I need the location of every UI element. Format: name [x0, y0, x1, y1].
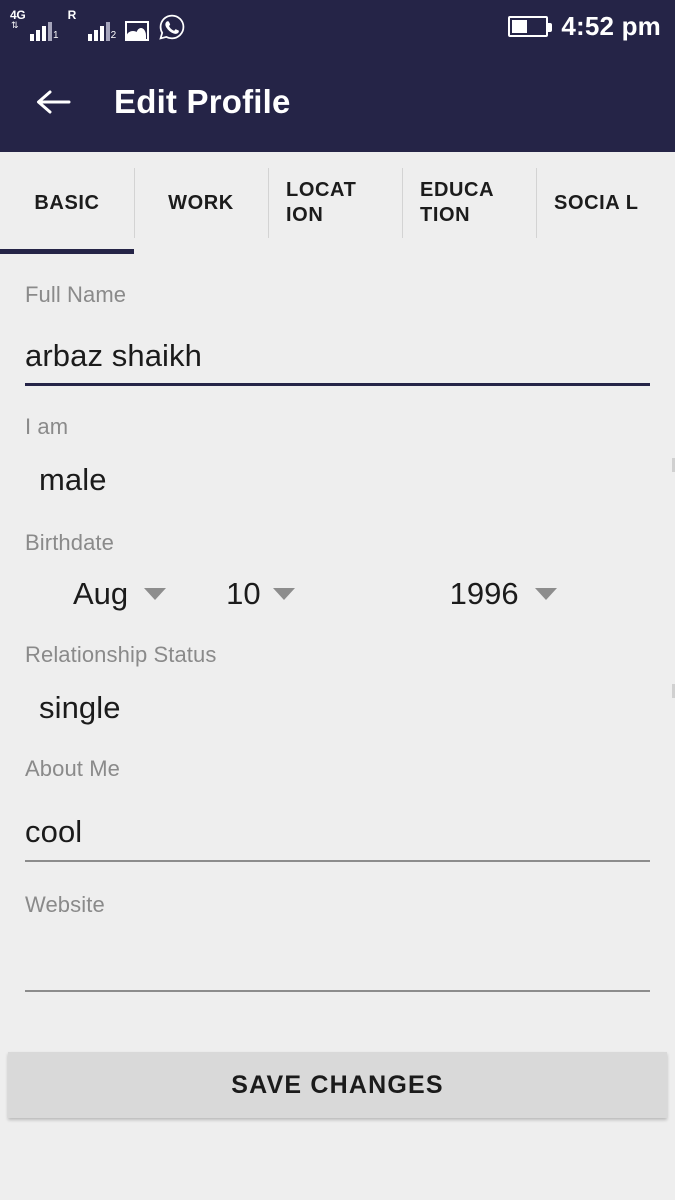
about-me-input[interactable]: cool [25, 782, 650, 860]
field-about-me: About Me cool [25, 726, 650, 862]
chevron-down-icon [272, 588, 295, 600]
sim1-index-label: 1 [53, 30, 59, 41]
i-am-label: I am [25, 414, 69, 439]
chevron-down-icon [534, 588, 557, 600]
field-i-am: I am male [25, 386, 675, 498]
status-bar: 4G ⇅ 1 R 2 4:52 pm [0, 0, 675, 52]
tab-location-label: LOCAT ION [286, 179, 357, 226]
sim2-roaming-label: R [67, 8, 77, 22]
birthdate-month-value: Aug [73, 576, 129, 611]
tab-basic-label: BASIC [34, 191, 100, 214]
full-name-input[interactable]: arbaz shaikh [25, 308, 650, 383]
status-bar-clock: 4:52 pm [561, 10, 661, 41]
relationship-status-value[interactable]: single [25, 668, 650, 726]
sim2-signal-bars [87, 22, 110, 41]
tab-location[interactable]: LOCAT ION [268, 152, 402, 254]
birthdate-year-value: 1996 [449, 576, 519, 611]
field-relationship-status: Relationship Status single [25, 612, 675, 726]
sim1-signal-icon: 4G ⇅ 1 [10, 9, 59, 41]
birthdate-selectors: Aug 10 1996 [25, 556, 650, 612]
tab-education-label: EDUCA TION [420, 179, 494, 226]
gallery-icon [125, 21, 150, 41]
sim2-index-label: 2 [110, 30, 117, 41]
website-underline [25, 990, 650, 992]
app-bar: Edit Profile [0, 52, 675, 158]
tab-bar: BASIC WORK LOCAT ION EDUCA TION SOCIA L [0, 152, 675, 254]
website-input[interactable] [25, 918, 650, 990]
tab-education[interactable]: EDUCA TION [402, 152, 536, 254]
tab-work[interactable]: WORK [134, 152, 268, 254]
tab-social[interactable]: SOCIA L [536, 152, 670, 254]
relationship-status-label: Relationship Status [25, 642, 217, 667]
birthdate-day-value: 10 [226, 576, 261, 611]
i-am-value[interactable]: male [25, 440, 650, 498]
birthdate-year-dropdown[interactable]: 1996 [450, 576, 557, 612]
birthdate-month-dropdown[interactable]: Aug [73, 576, 167, 612]
sim1-data-arrows-icon: ⇅ [11, 20, 19, 30]
battery-icon [508, 15, 553, 37]
tab-basic[interactable]: BASIC [0, 152, 134, 254]
chevron-down-icon [144, 588, 167, 600]
field-website: Website [25, 862, 650, 992]
full-name-label: Full Name [25, 282, 127, 307]
tab-work-label: WORK [168, 191, 234, 214]
field-birthdate: Birthdate Aug 10 1996 [25, 498, 650, 612]
birthdate-day-dropdown[interactable]: 10 [226, 576, 295, 612]
birthdate-label: Birthdate [25, 530, 114, 555]
status-bar-right-icons: 4:52 pm [508, 11, 661, 42]
save-button-container: SAVE CHANGES [8, 1052, 667, 1118]
about-me-label: About Me [25, 756, 120, 781]
phone-screen: 4G ⇅ 1 R 2 4:52 pm Edit Profile BASIC WO… [0, 0, 675, 1200]
page-title: Edit Profile [114, 83, 291, 120]
sim2-signal-icon: R 2 [67, 8, 117, 41]
save-changes-button[interactable]: SAVE CHANGES [8, 1052, 667, 1118]
profile-form: Full Name arbaz shaikh I am male Birthda… [0, 254, 675, 992]
field-full-name: Full Name arbaz shaikh [25, 254, 650, 386]
website-label: Website [25, 892, 105, 917]
back-arrow-icon[interactable] [30, 79, 76, 125]
status-bar-left-icons: 4G ⇅ 1 R 2 [10, 8, 186, 41]
sim1-signal-bars [30, 22, 52, 41]
tab-social-label: SOCIA L [554, 191, 639, 214]
whatsapp-icon [159, 14, 185, 40]
